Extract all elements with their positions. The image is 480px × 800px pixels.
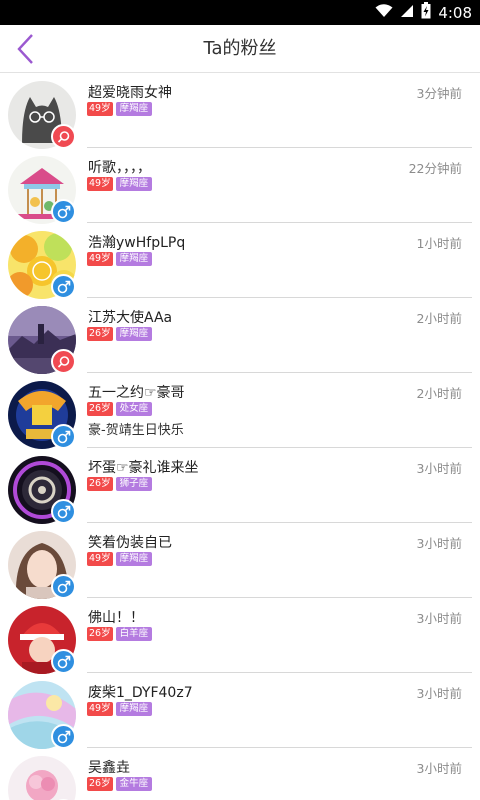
follow-time: 22分钟前 bbox=[408, 161, 462, 176]
wifi-icon bbox=[375, 3, 393, 22]
age-tag: 26岁 bbox=[87, 627, 113, 641]
follow-time: 3分钟前 bbox=[416, 86, 462, 101]
fan-name: 坏蛋☞豪礼谁来坐 bbox=[88, 460, 199, 476]
fan-name: 吴鑫垚 bbox=[88, 760, 130, 776]
female-icon bbox=[57, 355, 69, 368]
gender-badge-male bbox=[51, 649, 76, 674]
age-tag: 49岁 bbox=[87, 552, 113, 566]
age-tag: 26岁 bbox=[87, 327, 113, 341]
age-tag: 26岁 bbox=[87, 777, 113, 791]
zodiac-tag: 白羊座 bbox=[115, 627, 153, 641]
age-tag: 49岁 bbox=[87, 702, 113, 716]
signature: 豪-贺靖生日快乐 bbox=[88, 423, 184, 438]
male-icon bbox=[57, 430, 70, 443]
gender-badge-female bbox=[51, 124, 76, 149]
tag-group: 26岁 金牛座 bbox=[87, 777, 153, 791]
gender-badge-male bbox=[51, 499, 76, 524]
list-item[interactable]: 超爱晓雨女神 3分钟前 49岁 摩羯座 bbox=[0, 73, 480, 149]
fan-name: 浩瀚ywHfpLPq bbox=[88, 235, 186, 251]
zodiac-tag: 摩羯座 bbox=[115, 102, 153, 116]
fan-name: 超爱晓雨女神 bbox=[88, 85, 172, 101]
fans-list: 超爱晓雨女神 3分钟前 49岁 摩羯座 听歌，，，， 22分钟前 49岁 摩羯座… bbox=[0, 73, 480, 800]
list-item[interactable]: 五一之约☞豪哥 2小时前 26岁 处女座 豪-贺靖生日快乐 bbox=[0, 373, 480, 449]
tag-group: 26岁 狮子座 bbox=[87, 477, 153, 491]
follow-time: 2小时前 bbox=[416, 386, 462, 401]
follow-time: 3小时前 bbox=[416, 461, 462, 476]
zodiac-tag: 摩羯座 bbox=[115, 702, 153, 716]
tag-group: 26岁 摩羯座 bbox=[87, 327, 153, 341]
gender-badge-male bbox=[51, 424, 76, 449]
fan-name: 笑着伪装自已 bbox=[88, 535, 172, 551]
male-icon bbox=[57, 280, 70, 293]
zodiac-tag: 摩羯座 bbox=[115, 252, 153, 266]
follow-time: 3小时前 bbox=[416, 536, 462, 551]
fan-name: 佛山！！ bbox=[88, 610, 144, 626]
age-tag: 49岁 bbox=[87, 177, 113, 191]
status-bar: 4:08 bbox=[0, 0, 480, 25]
tag-group: 49岁 摩羯座 bbox=[87, 252, 153, 266]
tag-group: 49岁 摩羯座 bbox=[87, 702, 153, 716]
follow-time: 1小时前 bbox=[416, 236, 462, 251]
tag-group: 26岁 处女座 bbox=[87, 402, 153, 416]
list-item[interactable]: 废柴1_DYF40z7 3小时前 49岁 摩羯座 bbox=[0, 673, 480, 749]
follow-time: 3小时前 bbox=[416, 761, 462, 776]
page-title: Ta的粉丝 bbox=[203, 38, 277, 59]
fan-name: 废柴1_DYF40z7 bbox=[88, 685, 193, 701]
gender-badge-female bbox=[51, 349, 76, 374]
list-item[interactable]: 江苏大使AAa 2小时前 26岁 摩羯座 bbox=[0, 298, 480, 374]
zodiac-tag: 摩羯座 bbox=[115, 552, 153, 566]
tag-group: 26岁 白羊座 bbox=[87, 627, 153, 641]
zodiac-tag: 狮子座 bbox=[115, 477, 153, 491]
fan-name: 江苏大使AAa bbox=[88, 310, 173, 326]
status-time: 4:08 bbox=[438, 3, 472, 22]
gender-badge-male bbox=[51, 574, 76, 599]
tag-group: 49岁 摩羯座 bbox=[87, 552, 153, 566]
male-icon bbox=[57, 655, 70, 668]
status-icons: 4:08 bbox=[375, 0, 472, 25]
zodiac-tag: 摩羯座 bbox=[115, 177, 153, 191]
gender-badge-male bbox=[51, 274, 76, 299]
list-item[interactable]: 听歌，，，， 22分钟前 49岁 摩羯座 bbox=[0, 148, 480, 224]
tag-group: 49岁 摩羯座 bbox=[87, 177, 153, 191]
age-tag: 49岁 bbox=[87, 102, 113, 116]
battery-charging-icon bbox=[421, 2, 431, 23]
list-item[interactable]: 坏蛋☞豪礼谁来坐 3小时前 26岁 狮子座 bbox=[0, 448, 480, 524]
gender-badge-male bbox=[51, 199, 76, 224]
age-tag: 49岁 bbox=[87, 252, 113, 266]
avatar[interactable] bbox=[8, 756, 76, 800]
tag-group: 49岁 摩羯座 bbox=[87, 102, 153, 116]
zodiac-tag: 金牛座 bbox=[115, 777, 153, 791]
age-tag: 26岁 bbox=[87, 402, 113, 416]
zodiac-tag: 处女座 bbox=[115, 402, 153, 416]
male-icon bbox=[57, 580, 70, 593]
list-item[interactable]: 佛山！！ 3小时前 26岁 白羊座 bbox=[0, 598, 480, 674]
list-item[interactable]: 笑着伪装自已 3小时前 49岁 摩羯座 bbox=[0, 523, 480, 599]
list-item[interactable]: 浩瀚ywHfpLPq 1小时前 49岁 摩羯座 bbox=[0, 223, 480, 299]
fan-name: 听歌，，，， bbox=[88, 160, 151, 176]
age-tag: 26岁 bbox=[87, 477, 113, 491]
male-icon bbox=[57, 505, 70, 518]
follow-time: 2小时前 bbox=[416, 311, 462, 326]
list-item[interactable]: 吴鑫垚 3小时前 26岁 金牛座 bbox=[0, 748, 480, 800]
male-icon bbox=[57, 205, 70, 218]
follow-time: 3小时前 bbox=[416, 611, 462, 626]
header-bar: Ta的粉丝 bbox=[0, 25, 480, 73]
fan-name: 五一之约☞豪哥 bbox=[88, 385, 185, 401]
zodiac-tag: 摩羯座 bbox=[115, 327, 153, 341]
follow-time: 3小时前 bbox=[416, 686, 462, 701]
signal-icon bbox=[400, 3, 414, 22]
female-icon bbox=[57, 130, 69, 143]
gender-badge-male bbox=[51, 724, 76, 749]
male-icon bbox=[57, 730, 70, 743]
